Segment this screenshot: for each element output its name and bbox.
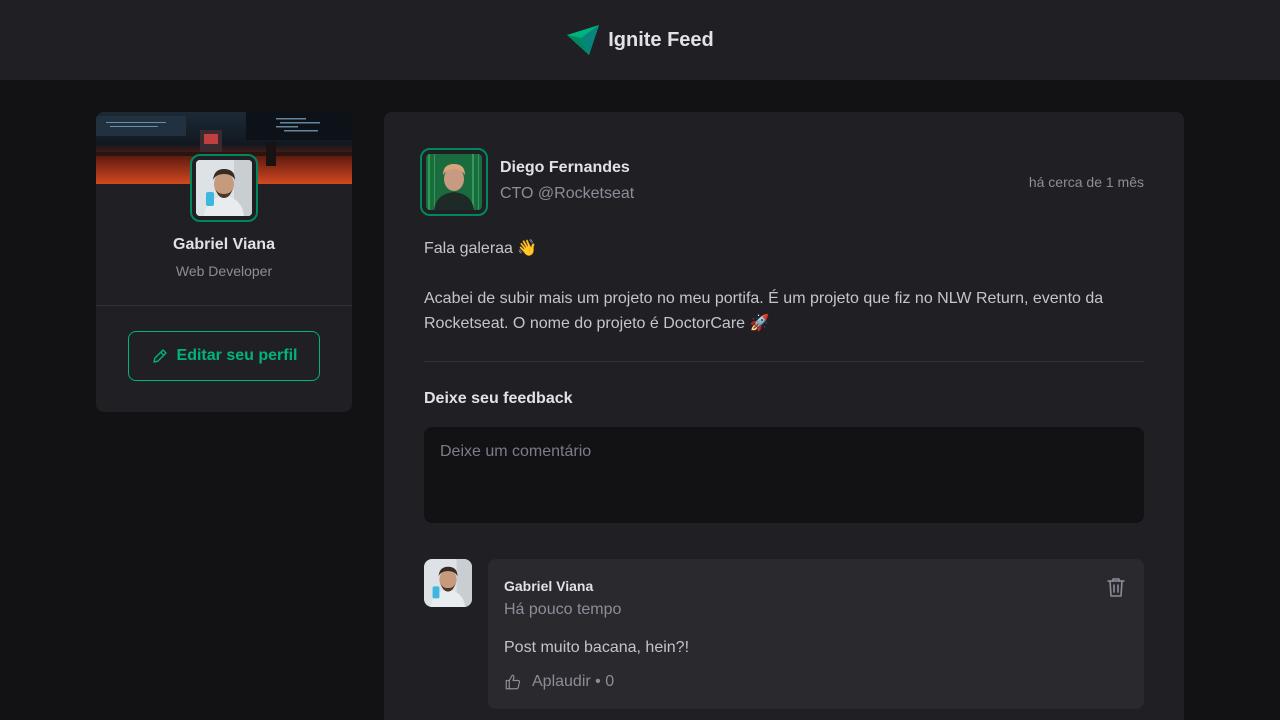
profile-sidebar: Gabriel Viana Web Developer Editar seu p…: [96, 112, 352, 412]
top-bar: Ignite Feed: [0, 0, 1280, 80]
profile-role: Web Developer: [175, 263, 273, 279]
post-card: Diego Fernandes CTO @Rocketseat há cerca…: [384, 112, 1184, 720]
edit-profile-label: Editar seu perfil: [176, 347, 298, 364]
edit-profile-button[interactable]: Editar seu perfil: [128, 331, 320, 381]
post-author-role: CTO @Rocketseat: [500, 185, 635, 202]
brand: Ignite Feed: [566, 23, 714, 57]
post-author-avatar[interactable]: [420, 148, 488, 216]
comment-card: Gabriel Viana Há pouco tempo Post muito …: [488, 559, 1144, 709]
post-divider: [424, 361, 1144, 362]
profile-avatar[interactable]: [190, 154, 258, 222]
trash-icon: [1107, 578, 1125, 597]
applaud-label: Aplaudir • 0: [532, 673, 615, 690]
sidebar-divider: [96, 305, 352, 306]
app-name: Ignite Feed: [608, 28, 714, 51]
feedback-title: Deixe seu feedback: [424, 390, 573, 407]
comment-input[interactable]: [424, 427, 1144, 523]
ignite-logo-icon: [567, 25, 600, 55]
applaud-button[interactable]: Aplaudir • 0: [504, 673, 614, 691]
post-timestamp: há cerca de 1 mês: [1028, 174, 1144, 190]
post-content: Fala galeraa 👋 Acabei de subir mais um p…: [424, 236, 1144, 361]
profile-name: Gabriel Viana: [173, 236, 275, 253]
thumbs-up-icon: [505, 674, 521, 690]
post-paragraph: Fala galeraa 👋: [424, 240, 538, 257]
comment-text: Post muito bacana, hein?!: [504, 639, 690, 656]
delete-comment-button[interactable]: [1104, 575, 1128, 599]
post-paragraph: Acabei de subir mais um projeto no meu p…: [424, 290, 1104, 332]
comment-author-name: Gabriel Viana: [504, 578, 594, 594]
post-author-name: Diego Fernandes: [500, 159, 630, 176]
comment-timestamp: Há pouco tempo: [504, 601, 622, 618]
comment-author-avatar[interactable]: [424, 559, 472, 607]
pencil-icon: [152, 349, 167, 363]
